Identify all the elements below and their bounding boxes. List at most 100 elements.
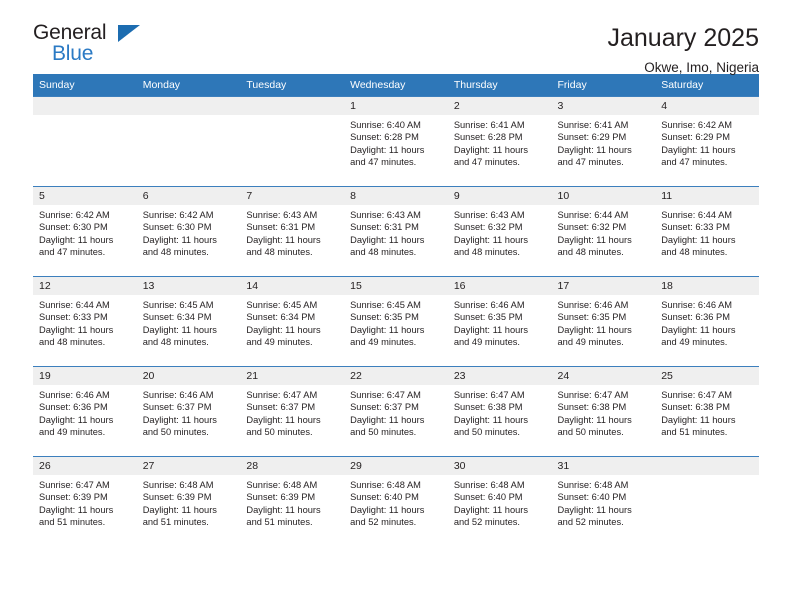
- calendar-cell-day[interactable]: 2 Sunrise: 6:41 AM Sunset: 6:28 PM Daylight…: [447, 96, 552, 187]
- day-details: Sunrise: 6:48 AM Sunset: 6:40 PM Daylight:…: [552, 475, 656, 529]
- day-details: Sunrise: 6:45 AM Sunset: 6:35 PM Daylight:…: [344, 295, 448, 349]
- calendar-cell-day[interactable]: 29 Sunrise: 6:48 AM Sunset: 6:40 PM Dayligh…: [344, 456, 448, 547]
- calendar-cell-day[interactable]: 22 Sunrise: 6:47 AM Sunset: 6:37 PM Dayligh…: [344, 366, 448, 457]
- sunset-text: Sunset: 6:38 PM: [557, 402, 627, 413]
- calendar-cell-day[interactable]: 11 Sunrise: 6:44 AM Sunset: 6:33 PM Dayligh…: [655, 186, 759, 277]
- day-number: 28: [240, 457, 345, 475]
- daylight-text-cont: and 52 minutes.: [350, 517, 417, 528]
- day-number: 26: [33, 457, 137, 475]
- generalblue-logo[interactable]: General Blue: [33, 22, 140, 70]
- sunrise-text: Sunrise: 6:47 AM: [350, 390, 421, 400]
- calendar-cell-day[interactable]: 24 Sunrise: 6:47 AM Sunset: 6:38 PM Dayligh…: [551, 366, 656, 457]
- day-number: 10: [551, 187, 656, 205]
- day-details: Sunrise: 6:44 AM Sunset: 6:33 PM Daylight:…: [33, 295, 137, 349]
- day-number: 24: [551, 367, 656, 385]
- calendar-cell-empty: [33, 96, 137, 187]
- sunrise-text: Sunrise: 6:48 AM: [142, 480, 214, 490]
- daylight-text: Daylight: 11 hours: [350, 234, 425, 245]
- daylight-text-cont: and 48 minutes.: [453, 247, 520, 258]
- calendar-cell-day[interactable]: 13 Sunrise: 6:45 AM Sunset: 6:34 PM Dayligh…: [136, 276, 241, 367]
- day-number: 23: [447, 367, 552, 385]
- daylight-text: Daylight: 11 hours: [557, 504, 632, 515]
- calendar-cell-day[interactable]: 10 Sunrise: 6:44 AM Sunset: 6:32 PM Dayligh…: [551, 186, 656, 277]
- sunrise-text: Sunrise: 6:47 AM: [557, 390, 629, 400]
- daylight-text-cont: and 49 minutes.: [39, 427, 106, 438]
- day-details: Sunrise: 6:41 AM Sunset: 6:29 PM Daylight:…: [552, 115, 656, 169]
- calendar-cell-day[interactable]: 30 Sunrise: 6:48 AM Sunset: 6:40 PM Dayligh…: [447, 456, 552, 547]
- calendar-cell-day[interactable]: 6 Sunrise: 6:42 AM Sunset: 6:30 PM Daylight…: [136, 186, 241, 277]
- day-details: Sunrise: 6:45 AM Sunset: 6:34 PM Daylight:…: [240, 295, 344, 349]
- daylight-text: Daylight: 11 hours: [661, 414, 736, 425]
- day-details: Sunrise: 6:42 AM Sunset: 6:29 PM Daylight:…: [655, 115, 759, 169]
- daylight-text-cont: and 47 minutes.: [661, 157, 728, 168]
- calendar-cell-day[interactable]: 3 Sunrise: 6:41 AM Sunset: 6:29 PM Daylight…: [551, 96, 656, 187]
- calendar-cell-day[interactable]: 16 Sunrise: 6:46 AM Sunset: 6:35 PM Dayligh…: [447, 276, 552, 367]
- sunset-text: Sunset: 6:35 PM: [557, 312, 627, 323]
- day-number: 12: [33, 277, 137, 295]
- day-number: 11: [655, 187, 759, 205]
- day-number: 21: [240, 367, 345, 385]
- sunset-text: Sunset: 6:39 PM: [39, 492, 108, 503]
- sunrise-text: Sunrise: 6:42 AM: [39, 210, 110, 220]
- sunrise-text: Sunrise: 6:46 AM: [39, 390, 110, 400]
- calendar-cell-day[interactable]: 28 Sunrise: 6:48 AM Sunset: 6:39 PM Dayligh…: [240, 456, 345, 547]
- calendar-cell-day[interactable]: 1 Sunrise: 6:40 AM Sunset: 6:28 PM Daylight…: [344, 96, 448, 187]
- sunrise-text: Sunrise: 6:41 AM: [453, 120, 525, 130]
- page-title: January 2025: [607, 24, 759, 52]
- calendar-cell-day[interactable]: 18 Sunrise: 6:46 AM Sunset: 6:36 PM Dayligh…: [655, 276, 759, 367]
- daylight-text-cont: and 47 minutes.: [453, 157, 520, 168]
- sunset-text: Sunset: 6:31 PM: [246, 222, 316, 233]
- sunrise-text: Sunrise: 6:45 AM: [350, 300, 421, 310]
- day-details: Sunrise: 6:43 AM Sunset: 6:31 PM Daylight:…: [344, 205, 448, 259]
- calendar-cell-day[interactable]: 17 Sunrise: 6:46 AM Sunset: 6:35 PM Dayligh…: [551, 276, 656, 367]
- sunrise-text: Sunrise: 6:48 AM: [453, 480, 525, 490]
- day-number: 22: [344, 367, 448, 385]
- sunset-text: Sunset: 6:35 PM: [350, 312, 419, 323]
- daylight-text-cont: and 48 minutes.: [661, 247, 728, 258]
- calendar-cell-day[interactable]: 31 Sunrise: 6:48 AM Sunset: 6:40 PM Dayligh…: [551, 456, 656, 547]
- calendar-cell-day[interactable]: 12 Sunrise: 6:44 AM Sunset: 6:33 PM Dayligh…: [33, 276, 137, 367]
- weekday-header-thursday: Thursday: [447, 74, 552, 97]
- calendar-cell-day[interactable]: 9 Sunrise: 6:43 AM Sunset: 6:32 PM Daylight…: [447, 186, 552, 277]
- daylight-text: Daylight: 11 hours: [453, 504, 529, 515]
- calendar-cell-day[interactable]: 26 Sunrise: 6:47 AM Sunset: 6:39 PM Dayligh…: [33, 456, 137, 547]
- day-details: Sunrise: 6:42 AM Sunset: 6:30 PM Daylight:…: [137, 205, 241, 259]
- daylight-text-cont: and 48 minutes.: [142, 247, 209, 258]
- calendar-cell-day[interactable]: 14 Sunrise: 6:45 AM Sunset: 6:34 PM Dayligh…: [240, 276, 345, 367]
- daylight-text: Daylight: 11 hours: [142, 504, 217, 515]
- calendar-cell-day[interactable]: 8 Sunrise: 6:43 AM Sunset: 6:31 PM Daylight…: [344, 186, 448, 277]
- daylight-text-cont: and 47 minutes.: [39, 247, 106, 258]
- day-details: Sunrise: 6:47 AM Sunset: 6:38 PM Daylight:…: [655, 385, 759, 439]
- sunset-text: Sunset: 6:29 PM: [661, 132, 730, 143]
- calendar-cell-day[interactable]: 19 Sunrise: 6:46 AM Sunset: 6:36 PM Dayligh…: [33, 366, 137, 457]
- sunset-text: Sunset: 6:31 PM: [350, 222, 419, 233]
- calendar-cell-day[interactable]: 21 Sunrise: 6:47 AM Sunset: 6:37 PM Dayligh…: [240, 366, 345, 457]
- triangle-flag-icon: [118, 25, 140, 42]
- day-number: 2: [447, 97, 552, 115]
- calendar-week-row: 19 Sunrise: 6:46 AM Sunset: 6:36 PM Dayligh…: [33, 366, 759, 457]
- calendar-cell-day[interactable]: 27 Sunrise: 6:48 AM Sunset: 6:39 PM Dayligh…: [136, 456, 241, 547]
- calendar-cell-day[interactable]: 15 Sunrise: 6:45 AM Sunset: 6:35 PM Dayligh…: [344, 276, 448, 367]
- calendar-cell-day[interactable]: 7 Sunrise: 6:43 AM Sunset: 6:31 PM Daylight…: [240, 186, 345, 277]
- day-number: 15: [344, 277, 448, 295]
- calendar-cell-day[interactable]: 5 Sunrise: 6:42 AM Sunset: 6:30 PM Daylight…: [33, 186, 137, 277]
- daylight-text: Daylight: 11 hours: [557, 144, 632, 155]
- sunrise-text: Sunrise: 6:43 AM: [350, 210, 421, 220]
- sunset-text: Sunset: 6:37 PM: [142, 402, 212, 413]
- day-details: Sunrise: 6:44 AM Sunset: 6:33 PM Daylight:…: [655, 205, 759, 259]
- calendar-cell-day[interactable]: 25 Sunrise: 6:47 AM Sunset: 6:38 PM Dayligh…: [655, 366, 759, 457]
- calendar-cell-day[interactable]: 20 Sunrise: 6:46 AM Sunset: 6:37 PM Dayligh…: [136, 366, 241, 457]
- calendar-cell-day[interactable]: 23 Sunrise: 6:47 AM Sunset: 6:38 PM Dayligh…: [447, 366, 552, 457]
- weekday-header-row: Sunday Monday Tuesday Wednesday Thursday…: [33, 74, 759, 97]
- sunrise-text: Sunrise: 6:44 AM: [557, 210, 629, 220]
- daylight-text: Daylight: 11 hours: [39, 234, 114, 245]
- daylight-text-cont: and 49 minutes.: [350, 337, 417, 348]
- day-details: Sunrise: 6:46 AM Sunset: 6:35 PM Daylight:…: [552, 295, 656, 349]
- calendar-page: General Blue January 2025 Okwe, Imo, Nig…: [0, 0, 792, 612]
- daylight-text-cont: and 49 minutes.: [246, 337, 313, 348]
- daylight-text-cont: and 48 minutes.: [39, 337, 106, 348]
- sunrise-text: Sunrise: 6:44 AM: [39, 300, 110, 310]
- sunrise-text: Sunrise: 6:48 AM: [350, 480, 421, 490]
- calendar-cell-day[interactable]: 4 Sunrise: 6:42 AM Sunset: 6:29 PM Daylight…: [655, 96, 759, 187]
- daylight-text: Daylight: 11 hours: [350, 504, 425, 515]
